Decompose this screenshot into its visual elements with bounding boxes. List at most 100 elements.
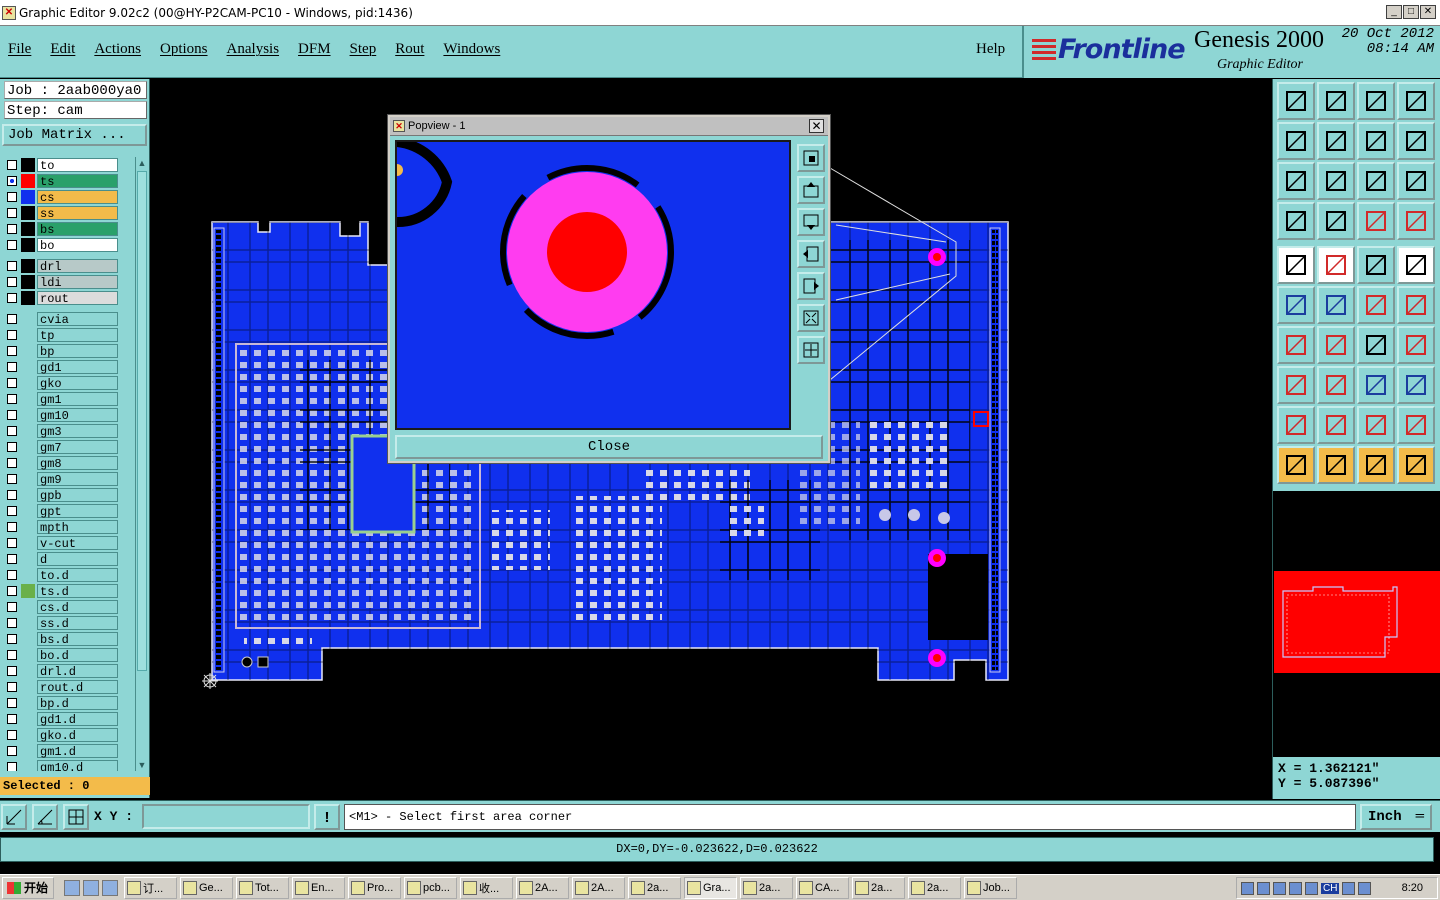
dim-tool-button[interactable] xyxy=(1277,366,1315,404)
layer-color-swatch[interactable] xyxy=(21,728,35,742)
layer-name[interactable]: tp xyxy=(37,328,118,343)
house-tool-button[interactable] xyxy=(1357,82,1395,120)
layer-color-swatch[interactable] xyxy=(21,600,35,614)
layer-checkbox[interactable] xyxy=(7,762,17,771)
layer-color-swatch[interactable] xyxy=(21,376,35,390)
layer-name[interactable]: cs.d xyxy=(37,600,118,615)
wave-tool-button[interactable] xyxy=(1397,122,1435,160)
net-tool-button[interactable] xyxy=(1277,286,1315,324)
layer-row[interactable]: ss.d xyxy=(2,615,132,631)
menu-actions[interactable]: Actions xyxy=(92,41,143,58)
popview-pan-up-button[interactable] xyxy=(797,176,825,204)
layer-name[interactable]: gm1 xyxy=(37,392,118,407)
layer-row[interactable]: gm10.d xyxy=(2,759,132,771)
layer-name[interactable]: gm10 xyxy=(37,408,118,423)
select-circle-tool-button[interactable] xyxy=(1357,446,1395,484)
layer-color-swatch[interactable] xyxy=(21,440,35,454)
layer-checkbox[interactable] xyxy=(7,410,17,420)
layer-row[interactable]: gpt xyxy=(2,503,132,519)
layer-color-swatch[interactable] xyxy=(21,760,35,771)
layer-row[interactable]: cs xyxy=(2,189,132,205)
layer-color-swatch[interactable] xyxy=(21,664,35,678)
layer-color-swatch[interactable] xyxy=(21,584,35,598)
job-matrix-button[interactable]: Job Matrix ... xyxy=(2,124,147,146)
taskbar-task[interactable]: Job... xyxy=(964,876,1017,899)
layer-color-swatch[interactable] xyxy=(21,520,35,534)
layer-name[interactable]: gm7 xyxy=(37,440,118,455)
layer-color-swatch[interactable] xyxy=(21,190,35,204)
layer-name[interactable]: bp xyxy=(37,344,118,359)
layer-row[interactable]: ts.d xyxy=(2,583,132,599)
layer-checkbox[interactable] xyxy=(7,554,17,564)
layer-checkbox[interactable] xyxy=(7,682,17,692)
layer-color-swatch[interactable] xyxy=(21,259,35,273)
taskbar-task[interactable]: En... xyxy=(292,876,345,899)
tray-ime-label[interactable]: CH xyxy=(1321,882,1340,894)
layer-color-swatch[interactable] xyxy=(21,552,35,566)
close-window-button[interactable]: ✕ xyxy=(1420,5,1436,19)
layer-name[interactable]: to xyxy=(37,158,118,173)
layer-checkbox[interactable] xyxy=(7,346,17,356)
layer-name[interactable]: d xyxy=(37,552,118,567)
layer-name[interactable]: gpt xyxy=(37,504,118,519)
layer-red-tool-button[interactable] xyxy=(1357,202,1395,240)
group-tool-button[interactable] xyxy=(1397,366,1435,404)
layer-color-swatch[interactable] xyxy=(21,536,35,550)
alert-button[interactable]: ! xyxy=(314,804,340,830)
menu-analysis[interactable]: Analysis xyxy=(225,41,282,58)
layer-name[interactable]: rout.d xyxy=(37,680,118,695)
layer-row[interactable]: bp.d xyxy=(2,695,132,711)
menu-dfm[interactable]: DFM xyxy=(296,41,333,58)
layer-name[interactable]: cvia xyxy=(37,312,118,327)
layer-checkbox[interactable] xyxy=(7,458,17,468)
units-selector[interactable]: Inch ═ xyxy=(1360,804,1432,830)
layer-name[interactable]: ts.d xyxy=(37,584,118,599)
layer-color-swatch[interactable] xyxy=(21,712,35,726)
minimize-button[interactable]: _ xyxy=(1386,5,1402,19)
taskbar-task[interactable]: 2A... xyxy=(572,876,625,899)
menu-file[interactable]: File xyxy=(6,41,33,58)
layer-color-swatch[interactable] xyxy=(21,744,35,758)
scale-tool-button[interactable] xyxy=(1357,162,1395,200)
taskbar-task[interactable]: 2a... xyxy=(852,876,905,899)
taskbar-task[interactable]: Ge... xyxy=(180,876,233,899)
layer-name[interactable]: gd1 xyxy=(37,360,118,375)
layer-row[interactable]: gko.d xyxy=(2,727,132,743)
layer-color-swatch[interactable] xyxy=(21,696,35,710)
layer-row[interactable]: gm1 xyxy=(2,391,132,407)
key-tool-button[interactable] xyxy=(1317,202,1355,240)
layer-name[interactable]: gd1.d xyxy=(37,712,118,727)
layer-name[interactable]: drl xyxy=(37,259,118,274)
layer-checkbox[interactable] xyxy=(7,714,17,724)
desktop-icon[interactable] xyxy=(83,879,99,896)
layer-row[interactable]: gm8 xyxy=(2,455,132,471)
layer-row[interactable]: bs.d xyxy=(2,631,132,647)
layer-checkbox[interactable] xyxy=(7,224,17,234)
tray-font-icon[interactable] xyxy=(1273,881,1286,895)
layer-row[interactable]: rout.d xyxy=(2,679,132,695)
layer-color-swatch[interactable] xyxy=(21,291,35,305)
layer-row[interactable]: gd1.d xyxy=(2,711,132,727)
polygon-tool-button[interactable] xyxy=(1317,246,1355,284)
mirror-tool-button[interactable] xyxy=(1357,122,1395,160)
layer-row[interactable]: rout xyxy=(2,290,132,306)
start-button[interactable]: 开始 xyxy=(2,876,54,899)
tray-display-icon[interactable] xyxy=(1358,881,1372,895)
taskbar-task[interactable]: CA... xyxy=(796,876,849,899)
layer-checkbox[interactable] xyxy=(7,208,17,218)
taskbar-task[interactable]: 2a... xyxy=(908,876,961,899)
ie-icon[interactable] xyxy=(64,879,80,896)
layer-checkbox[interactable] xyxy=(7,618,17,628)
layer-row[interactable]: bo.d xyxy=(2,647,132,663)
layer-checkbox[interactable] xyxy=(7,261,17,271)
layer-checkbox[interactable] xyxy=(7,176,17,186)
layer-row[interactable]: bo xyxy=(2,237,132,253)
layer-color-swatch[interactable] xyxy=(21,616,35,630)
layer-name[interactable]: v-cut xyxy=(37,536,118,551)
layer-row[interactable]: gko xyxy=(2,375,132,391)
tray-volume-icon[interactable] xyxy=(1342,881,1356,895)
layer-checkbox[interactable] xyxy=(7,490,17,500)
layer-color-swatch[interactable] xyxy=(21,472,35,486)
layer-name[interactable]: to.d xyxy=(37,568,118,583)
layer-name[interactable]: bo xyxy=(37,238,118,253)
